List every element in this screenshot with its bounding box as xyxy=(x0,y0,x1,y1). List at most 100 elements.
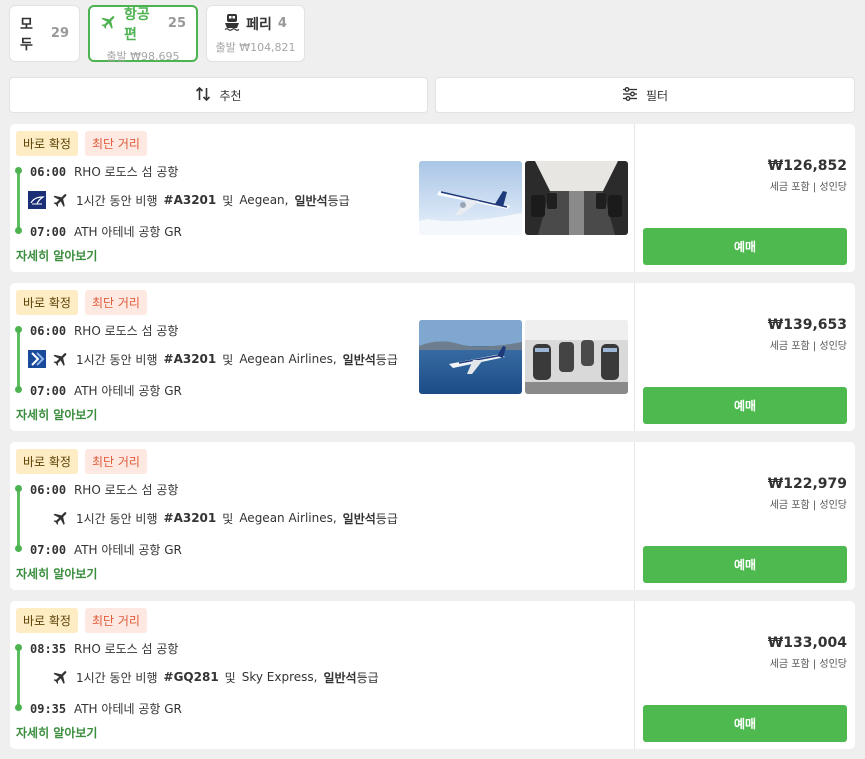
price-section: ₩133,004 세금 포함 | 성인당 예매 xyxy=(635,601,855,749)
cabin-name: 일반석 xyxy=(294,193,328,208)
details-link[interactable]: 자세히 알아보기 xyxy=(16,565,97,582)
result-card[interactable]: 바로 확정 최단 거리 06:00 RHO 로도스 섬 공항 1시간 동안 비행… xyxy=(10,442,855,590)
carrier-name: Aegean, xyxy=(239,193,289,207)
price-section: ₩122,979 세금 포함 | 성인당 예매 xyxy=(635,442,855,590)
arrival-time: 07:00 xyxy=(30,225,67,239)
route-line xyxy=(17,330,20,390)
result-card[interactable]: 바로 확정 최단 거리 06:00 RHO 로도스 섬 공항 1시간 동안 비행… xyxy=(10,283,855,431)
flight-info: 1시간 동안 비행 #A3201 및 Aegean, 일반석등급 xyxy=(28,191,350,209)
price-note: 세금 포함 | 성인당 xyxy=(769,500,847,511)
flight-number: #A3201 xyxy=(163,193,217,207)
price-note: 세금 포함 | 성인당 xyxy=(769,182,847,193)
transport-tabs: 모두 29 항공편 25 출발 ₩98,695 페리 4 출발 ₩104,821 xyxy=(9,5,305,63)
cabin-class: 일반석등급 xyxy=(323,669,378,686)
arrival-dot xyxy=(15,545,22,552)
and-word: 및 xyxy=(222,511,234,526)
flight-info: 1시간 동안 비행 #A3201 및 Aegean Airlines, 일반석등… xyxy=(28,350,398,368)
arrival-airport: ATH 아테네 공항 GR xyxy=(73,225,182,239)
book-button[interactable]: 예매 xyxy=(643,705,847,742)
cabin-suffix: 등급 xyxy=(327,193,350,208)
arrival-airport: ATH 아테네 공항 GR xyxy=(73,702,182,716)
instant-confirm-badge: 바로 확정 xyxy=(16,608,78,633)
arrival-dot xyxy=(15,386,22,393)
arrival-time: 09:35 xyxy=(30,702,67,716)
airline-logo-placeholder xyxy=(28,509,46,527)
arrival: 07:00 ATH 아테네 공항 GR xyxy=(30,382,182,399)
cabin-suffix: 등급 xyxy=(375,511,398,526)
arrival-time: 07:00 xyxy=(30,384,67,398)
arrival-dot xyxy=(15,227,22,234)
arrival: 07:00 ATH 아테네 공항 GR xyxy=(30,541,182,558)
sort-button[interactable]: 추천 xyxy=(9,77,428,113)
shortest-badge: 최단 거리 xyxy=(84,608,147,633)
departure: 06:00 RHO 로도스 섬 공항 xyxy=(30,481,178,498)
details-link[interactable]: 자세히 알아보기 xyxy=(16,406,97,423)
departure-time: 06:00 xyxy=(30,324,67,338)
filter-button[interactable]: 필터 xyxy=(435,77,855,113)
departure: 06:00 RHO 로도스 섬 공항 xyxy=(30,163,178,180)
aircraft-exterior-photo[interactable] xyxy=(419,320,522,394)
flight-info: 1시간 동안 비행 #A3201 및 Aegean Airlines, 일반석등… xyxy=(28,509,398,527)
result-card[interactable]: 바로 확정 최단 거리 06:00 RHO 로도스 섬 공항 1시간 동안 비행… xyxy=(10,124,855,272)
flight-info: 1시간 동안 비행 #GQ281 및 Sky Express, 일반석등급 xyxy=(28,668,379,686)
route-line xyxy=(17,648,20,708)
tab-flight[interactable]: 항공편 25 출발 ₩98,695 xyxy=(88,5,198,63)
instant-confirm-badge: 바로 확정 xyxy=(16,449,78,474)
carrier-name: Sky Express, xyxy=(241,670,318,684)
carrier-name: Aegean Airlines, xyxy=(239,352,337,366)
flight-number: #A3201 xyxy=(163,511,217,525)
price-section: ₩139,653 세금 포함 | 성인당 예매 xyxy=(635,283,855,431)
carrier-name: Aegean Airlines, xyxy=(239,511,337,525)
plane-icon xyxy=(52,191,70,209)
aircraft-exterior-photo[interactable] xyxy=(419,161,522,235)
route-line xyxy=(17,171,20,231)
badges: 바로 확정 최단 거리 xyxy=(16,449,147,474)
result-card[interactable]: 바로 확정 최단 거리 08:35 RHO 로도스 섬 공항 1시간 동안 비행… xyxy=(10,601,855,749)
flight-duration: 1시간 동안 비행 xyxy=(76,670,158,685)
cabin-interior-photo[interactable] xyxy=(525,320,628,394)
departure-airport: RHO 로도스 섬 공항 xyxy=(73,165,179,179)
arrival-time: 07:00 xyxy=(30,543,67,557)
book-button[interactable]: 예매 xyxy=(643,546,847,583)
book-button[interactable]: 예매 xyxy=(643,387,847,424)
and-word: 및 xyxy=(222,193,234,208)
badges: 바로 확정 최단 거리 xyxy=(16,290,147,315)
cabin-suffix: 등급 xyxy=(375,352,398,367)
cabin-name: 일반석 xyxy=(342,352,376,367)
sort-label: 추천 xyxy=(219,88,242,103)
tab-all-count: 29 xyxy=(50,26,69,41)
details-link[interactable]: 자세히 알아보기 xyxy=(16,724,97,741)
shortest-badge: 최단 거리 xyxy=(84,290,147,315)
flight-duration: 1시간 동안 비행 xyxy=(76,511,158,526)
tab-all[interactable]: 모두 29 xyxy=(9,5,80,62)
departure: 08:35 RHO 로도스 섬 공항 xyxy=(30,640,178,657)
arrival-airport: ATH 아테네 공항 GR xyxy=(73,384,182,398)
departure-airport: RHO 로도스 섬 공항 xyxy=(73,483,179,497)
airline-logo-placeholder xyxy=(28,668,46,686)
details-link[interactable]: 자세히 알아보기 xyxy=(16,247,97,264)
tab-ferry-label: 페리 xyxy=(246,16,272,33)
filter-sliders-icon xyxy=(622,86,638,105)
book-button[interactable]: 예매 xyxy=(643,228,847,265)
price-note: 세금 포함 | 성인당 xyxy=(769,659,847,670)
cabin-class: 일반석등급 xyxy=(343,351,398,368)
cabin-name: 일반석 xyxy=(323,670,357,685)
itinerary-section: 바로 확정 최단 거리 06:00 RHO 로도스 섬 공항 1시간 동안 비행… xyxy=(10,124,635,272)
plane-icon xyxy=(52,509,70,527)
departure-dot xyxy=(15,485,22,492)
tab-flight-label: 항공편 xyxy=(124,6,150,43)
plane-icon xyxy=(52,668,70,686)
departure-time: 06:00 xyxy=(30,165,67,179)
flight-number: #A3201 xyxy=(163,352,217,366)
cabin-interior-photo[interactable] xyxy=(525,161,628,235)
tab-ferry[interactable]: 페리 4 출발 ₩104,821 xyxy=(206,5,305,62)
aegean-airlines-logo-icon xyxy=(28,350,46,368)
departure: 06:00 RHO 로도스 섬 공항 xyxy=(30,322,178,339)
flight-number: #GQ281 xyxy=(163,670,219,684)
cabin-name: 일반석 xyxy=(342,511,376,526)
arrival-airport: ATH 아테네 공항 GR xyxy=(73,543,182,557)
price: ₩126,852 xyxy=(767,158,847,174)
cabin-class: 일반석등급 xyxy=(343,510,398,527)
departure-time: 08:35 xyxy=(30,642,67,656)
itinerary-section: 바로 확정 최단 거리 08:35 RHO 로도스 섬 공항 1시간 동안 비행… xyxy=(10,601,635,749)
